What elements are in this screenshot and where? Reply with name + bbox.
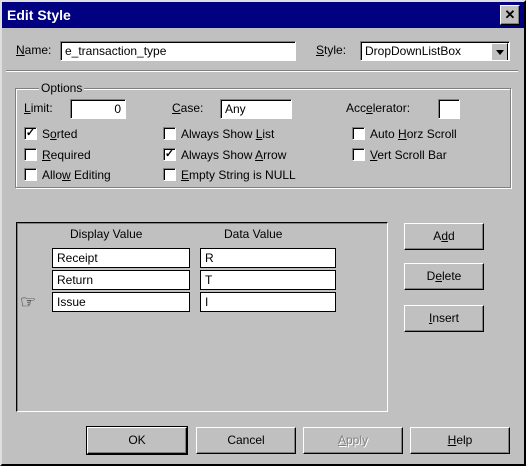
add-button[interactable]: Add	[404, 223, 484, 250]
style-dropdown-value: DropDownListBox	[365, 44, 462, 58]
name-label: Name:	[16, 43, 52, 57]
allow-editing-checkbox[interactable]	[24, 168, 37, 181]
name-input[interactable]: e_transaction_type	[60, 41, 296, 61]
sorted-label: Sorted	[42, 127, 78, 141]
display-value-cell[interactable]: Return	[52, 270, 190, 290]
column-header-display: Display Value	[70, 227, 143, 241]
accelerator-input[interactable]	[438, 99, 460, 119]
auto-horz-scroll-checkbox[interactable]	[352, 127, 365, 140]
style-label: Style:	[316, 43, 347, 57]
cancel-button[interactable]: Cancel	[196, 427, 296, 454]
empty-string-null-label: Empty String is NULL	[181, 168, 296, 182]
delete-button[interactable]: Delete	[404, 263, 484, 290]
title-bar[interactable]: Edit Style ✕	[2, 2, 524, 28]
always-show-arrow-label: Always Show Arrow	[181, 148, 287, 162]
always-show-arrow-checkbox[interactable]: ✓	[163, 148, 176, 161]
required-checkbox[interactable]	[24, 148, 37, 161]
sorted-checkbox[interactable]: ✓	[24, 127, 37, 140]
insert-button[interactable]: Insert	[404, 305, 484, 332]
data-value-cell[interactable]: I	[200, 292, 336, 312]
empty-string-null-checkbox[interactable]	[163, 168, 176, 181]
required-label: Required	[42, 148, 91, 162]
ok-button[interactable]: OK	[86, 426, 188, 455]
help-button[interactable]: Help	[410, 427, 510, 454]
always-show-list-checkbox[interactable]	[163, 127, 176, 140]
limit-label: Limit:	[24, 101, 53, 115]
pointing-hand-icon: ☞	[20, 292, 37, 312]
chevron-down-icon[interactable]	[491, 43, 508, 60]
edit-style-dialog: Edit Style ✕ Name: e_transaction_type St…	[0, 0, 526, 466]
display-value-cell[interactable]: Issue	[52, 292, 190, 312]
vert-scroll-bar-checkbox[interactable]	[352, 148, 365, 161]
close-icon: ✕	[504, 7, 516, 22]
apply-button[interactable]: Apply	[303, 427, 403, 454]
options-legend: Options	[39, 81, 85, 95]
close-button[interactable]: ✕	[500, 5, 520, 25]
data-value-cell[interactable]: T	[200, 270, 336, 290]
style-dropdown[interactable]: DropDownListBox	[360, 41, 510, 61]
display-value-cell[interactable]: Receipt	[52, 248, 190, 268]
auto-horz-scroll-label: Auto Horz Scroll	[370, 127, 457, 141]
accelerator-label: Accelerator:	[346, 101, 411, 115]
always-show-list-label: Always Show List	[181, 127, 275, 141]
limit-input[interactable]: 0	[70, 99, 126, 119]
separator	[6, 70, 518, 72]
case-label: Case:	[172, 101, 204, 115]
vert-scroll-bar-label: Vert Scroll Bar	[370, 148, 447, 162]
allow-editing-label: Allow Editing	[42, 168, 111, 182]
case-input[interactable]: Any	[220, 99, 292, 119]
column-header-data: Data Value	[224, 227, 283, 241]
data-value-cell[interactable]: R	[200, 248, 336, 268]
window-title: Edit Style	[7, 7, 71, 23]
